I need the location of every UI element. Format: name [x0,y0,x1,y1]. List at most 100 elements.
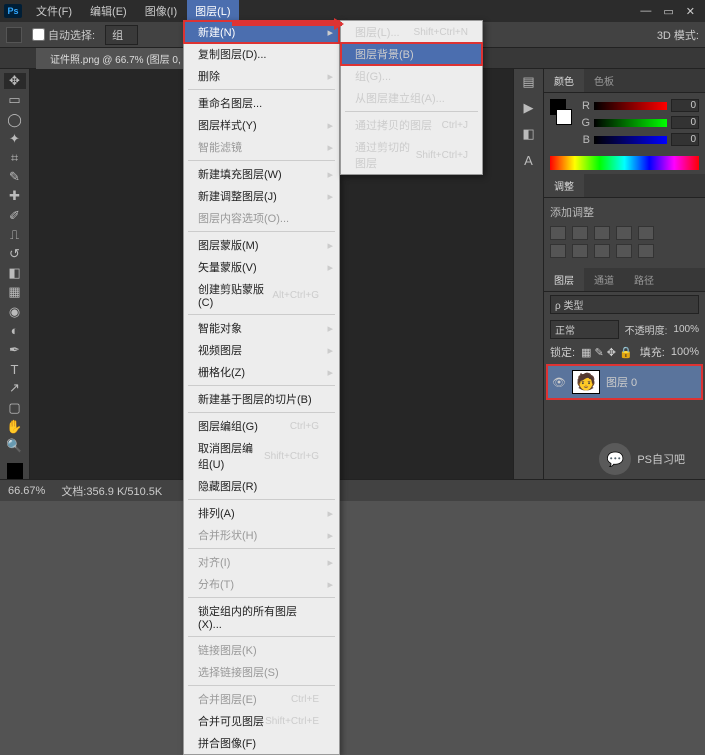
color-spectrum[interactable] [550,156,699,170]
dodge-tool-icon[interactable]: ◐ [4,323,26,339]
submenu-item[interactable]: 从图层建立组(A)... [341,87,482,109]
color-tab[interactable]: 颜色 [544,69,584,92]
menu-item[interactable]: 合并形状(H)▸ [184,524,339,546]
submenu-item[interactable]: 图层(L)...Shift+Ctrl+N [341,21,482,43]
menu-item[interactable]: 选择链接图层(S) [184,661,339,683]
move-tool-icon[interactable]: ✥ [4,73,26,89]
visibility-icon[interactable]: 👁 [552,376,566,389]
layer-filter-dropdown[interactable]: ρ 类型 [550,295,699,314]
submenu-item[interactable]: 通过拷贝的图层Ctrl+J [341,114,482,136]
pen-tool-icon[interactable]: ✒ [4,342,26,358]
b-value[interactable]: 0 [671,133,699,146]
menu-item[interactable]: 复制图层(D)... [184,43,339,65]
menu-item[interactable]: 取消图层编组(U)Shift+Ctrl+G [184,437,339,475]
blur-tool-icon[interactable]: ◉ [4,303,26,319]
foreground-swatch[interactable] [7,463,23,479]
b-slider[interactable] [594,136,667,144]
menu-item[interactable]: 图层内容选项(O)... [184,207,339,229]
paths-tab[interactable]: 路径 [624,268,664,291]
levels-icon[interactable] [572,226,588,240]
hand-tool-icon[interactable]: ✋ [4,419,26,435]
wand-tool-icon[interactable]: ✦ [4,131,26,147]
menu-item[interactable]: 智能对象▸ [184,317,339,339]
menu-item[interactable]: 隐藏图层(R) [184,475,339,497]
zoom-level[interactable]: 66.67% [8,485,45,497]
photo-filter-icon[interactable] [594,244,610,258]
fill-value[interactable]: 100% [671,346,699,358]
menu-item[interactable]: 合并可见图层Shift+Ctrl+E [184,710,339,732]
curves-icon[interactable] [594,226,610,240]
menu-item[interactable]: 删除▸ [184,65,339,87]
menu-item[interactable]: 图层编组(G)Ctrl+G [184,415,339,437]
blend-mode-dropdown[interactable]: 正常 [550,320,619,339]
auto-select-checkbox[interactable]: 自动选择: [32,27,95,43]
menu-item[interactable]: 视频图层▸ [184,339,339,361]
eraser-tool-icon[interactable]: ◧ [4,265,26,281]
crop-tool-icon[interactable]: ⌗ [4,150,26,166]
submenu-item[interactable]: 组(G)... [341,65,482,87]
g-value[interactable]: 0 [671,116,699,129]
char-panel-icon[interactable]: A [518,151,540,169]
menu-item[interactable]: 创建剪贴蒙版(C)Alt+Ctrl+G [184,278,339,312]
layer-thumbnail[interactable]: 🧑 [572,370,600,394]
submenu-item[interactable]: 通过剪切的图层Shift+Ctrl+J [341,136,482,174]
opacity-value[interactable]: 100% [673,324,699,335]
layer-row[interactable]: 👁 🧑 图层 0 [546,364,703,400]
swatches-tab[interactable]: 色板 [584,69,624,92]
path-tool-icon[interactable]: ↗ [4,380,26,396]
menu-item[interactable]: 排列(A)▸ [184,502,339,524]
brightness-icon[interactable] [550,226,566,240]
gradient-tool-icon[interactable]: ▦ [4,284,26,300]
maximize-icon[interactable]: ▭ [663,5,673,18]
menu-item[interactable]: 重命名图层... [184,92,339,114]
shape-tool-icon[interactable]: ▢ [4,399,26,415]
adjust-tab[interactable]: 调整 [544,174,584,197]
menu-file[interactable]: 文件(F) [28,0,80,22]
history-brush-icon[interactable]: ↺ [4,246,26,262]
tool-preset-icon[interactable] [6,27,22,43]
r-value[interactable]: 0 [671,99,699,112]
auto-select-dropdown[interactable]: 组 [105,25,138,45]
menu-item[interactable]: 对齐(I)▸ [184,551,339,573]
menu-edit[interactable]: 编辑(E) [82,0,135,22]
menu-item[interactable]: 栅格化(Z)▸ [184,361,339,383]
menu-item[interactable]: 分布(T)▸ [184,573,339,595]
stamp-tool-icon[interactable]: ⎍ [4,227,26,243]
layer-name[interactable]: 图层 0 [606,374,637,390]
channel-mixer-icon[interactable] [616,244,632,258]
menu-item[interactable]: 新建调整图层(J)▸ [184,185,339,207]
menu-item[interactable]: 矢量蒙版(V)▸ [184,256,339,278]
color-lookup-icon[interactable] [638,244,654,258]
properties-panel-icon[interactable]: ◧ [518,125,540,143]
menu-layer[interactable]: 图层(L) [187,0,238,22]
lasso-tool-icon[interactable]: ◯ [4,111,26,127]
vibrance-icon[interactable] [638,226,654,240]
menu-item[interactable]: 新建基于图层的切片(B) [184,388,339,410]
type-tool-icon[interactable]: T [4,361,26,377]
g-slider[interactable] [594,119,667,127]
exposure-icon[interactable] [616,226,632,240]
menu-item[interactable]: 图层样式(Y)▸ [184,114,339,136]
heal-tool-icon[interactable]: ✚ [4,188,26,204]
menu-item[interactable]: 图层蒙版(M)▸ [184,234,339,256]
menu-item[interactable]: 合并图层(E)Ctrl+E [184,688,339,710]
r-slider[interactable] [594,102,667,110]
menu-item[interactable]: 新建填充图层(W)▸ [184,163,339,185]
zoom-tool-icon[interactable]: 🔍 [4,438,26,454]
bg-color[interactable] [556,109,572,125]
close-icon[interactable]: ✕ [686,5,695,18]
submenu-item[interactable]: 图层背景(B) [341,43,482,65]
brush-tool-icon[interactable]: ✐ [4,207,26,223]
menu-item[interactable]: 链接图层(K) [184,639,339,661]
history-panel-icon[interactable]: ▤ [518,73,540,91]
hue-icon[interactable] [550,244,566,258]
marquee-tool-icon[interactable]: ▭ [4,92,26,108]
actions-panel-icon[interactable]: ▶ [518,99,540,117]
bw-icon[interactable] [572,244,588,258]
menu-item[interactable]: 智能滤镜▸ [184,136,339,158]
channels-tab[interactable]: 通道 [584,268,624,291]
eyedropper-tool-icon[interactable]: ✎ [4,169,26,185]
minimize-icon[interactable]: — [640,5,651,18]
menu-item[interactable]: 锁定组内的所有图层(X)... [184,600,339,634]
menu-image[interactable]: 图像(I) [137,0,185,22]
